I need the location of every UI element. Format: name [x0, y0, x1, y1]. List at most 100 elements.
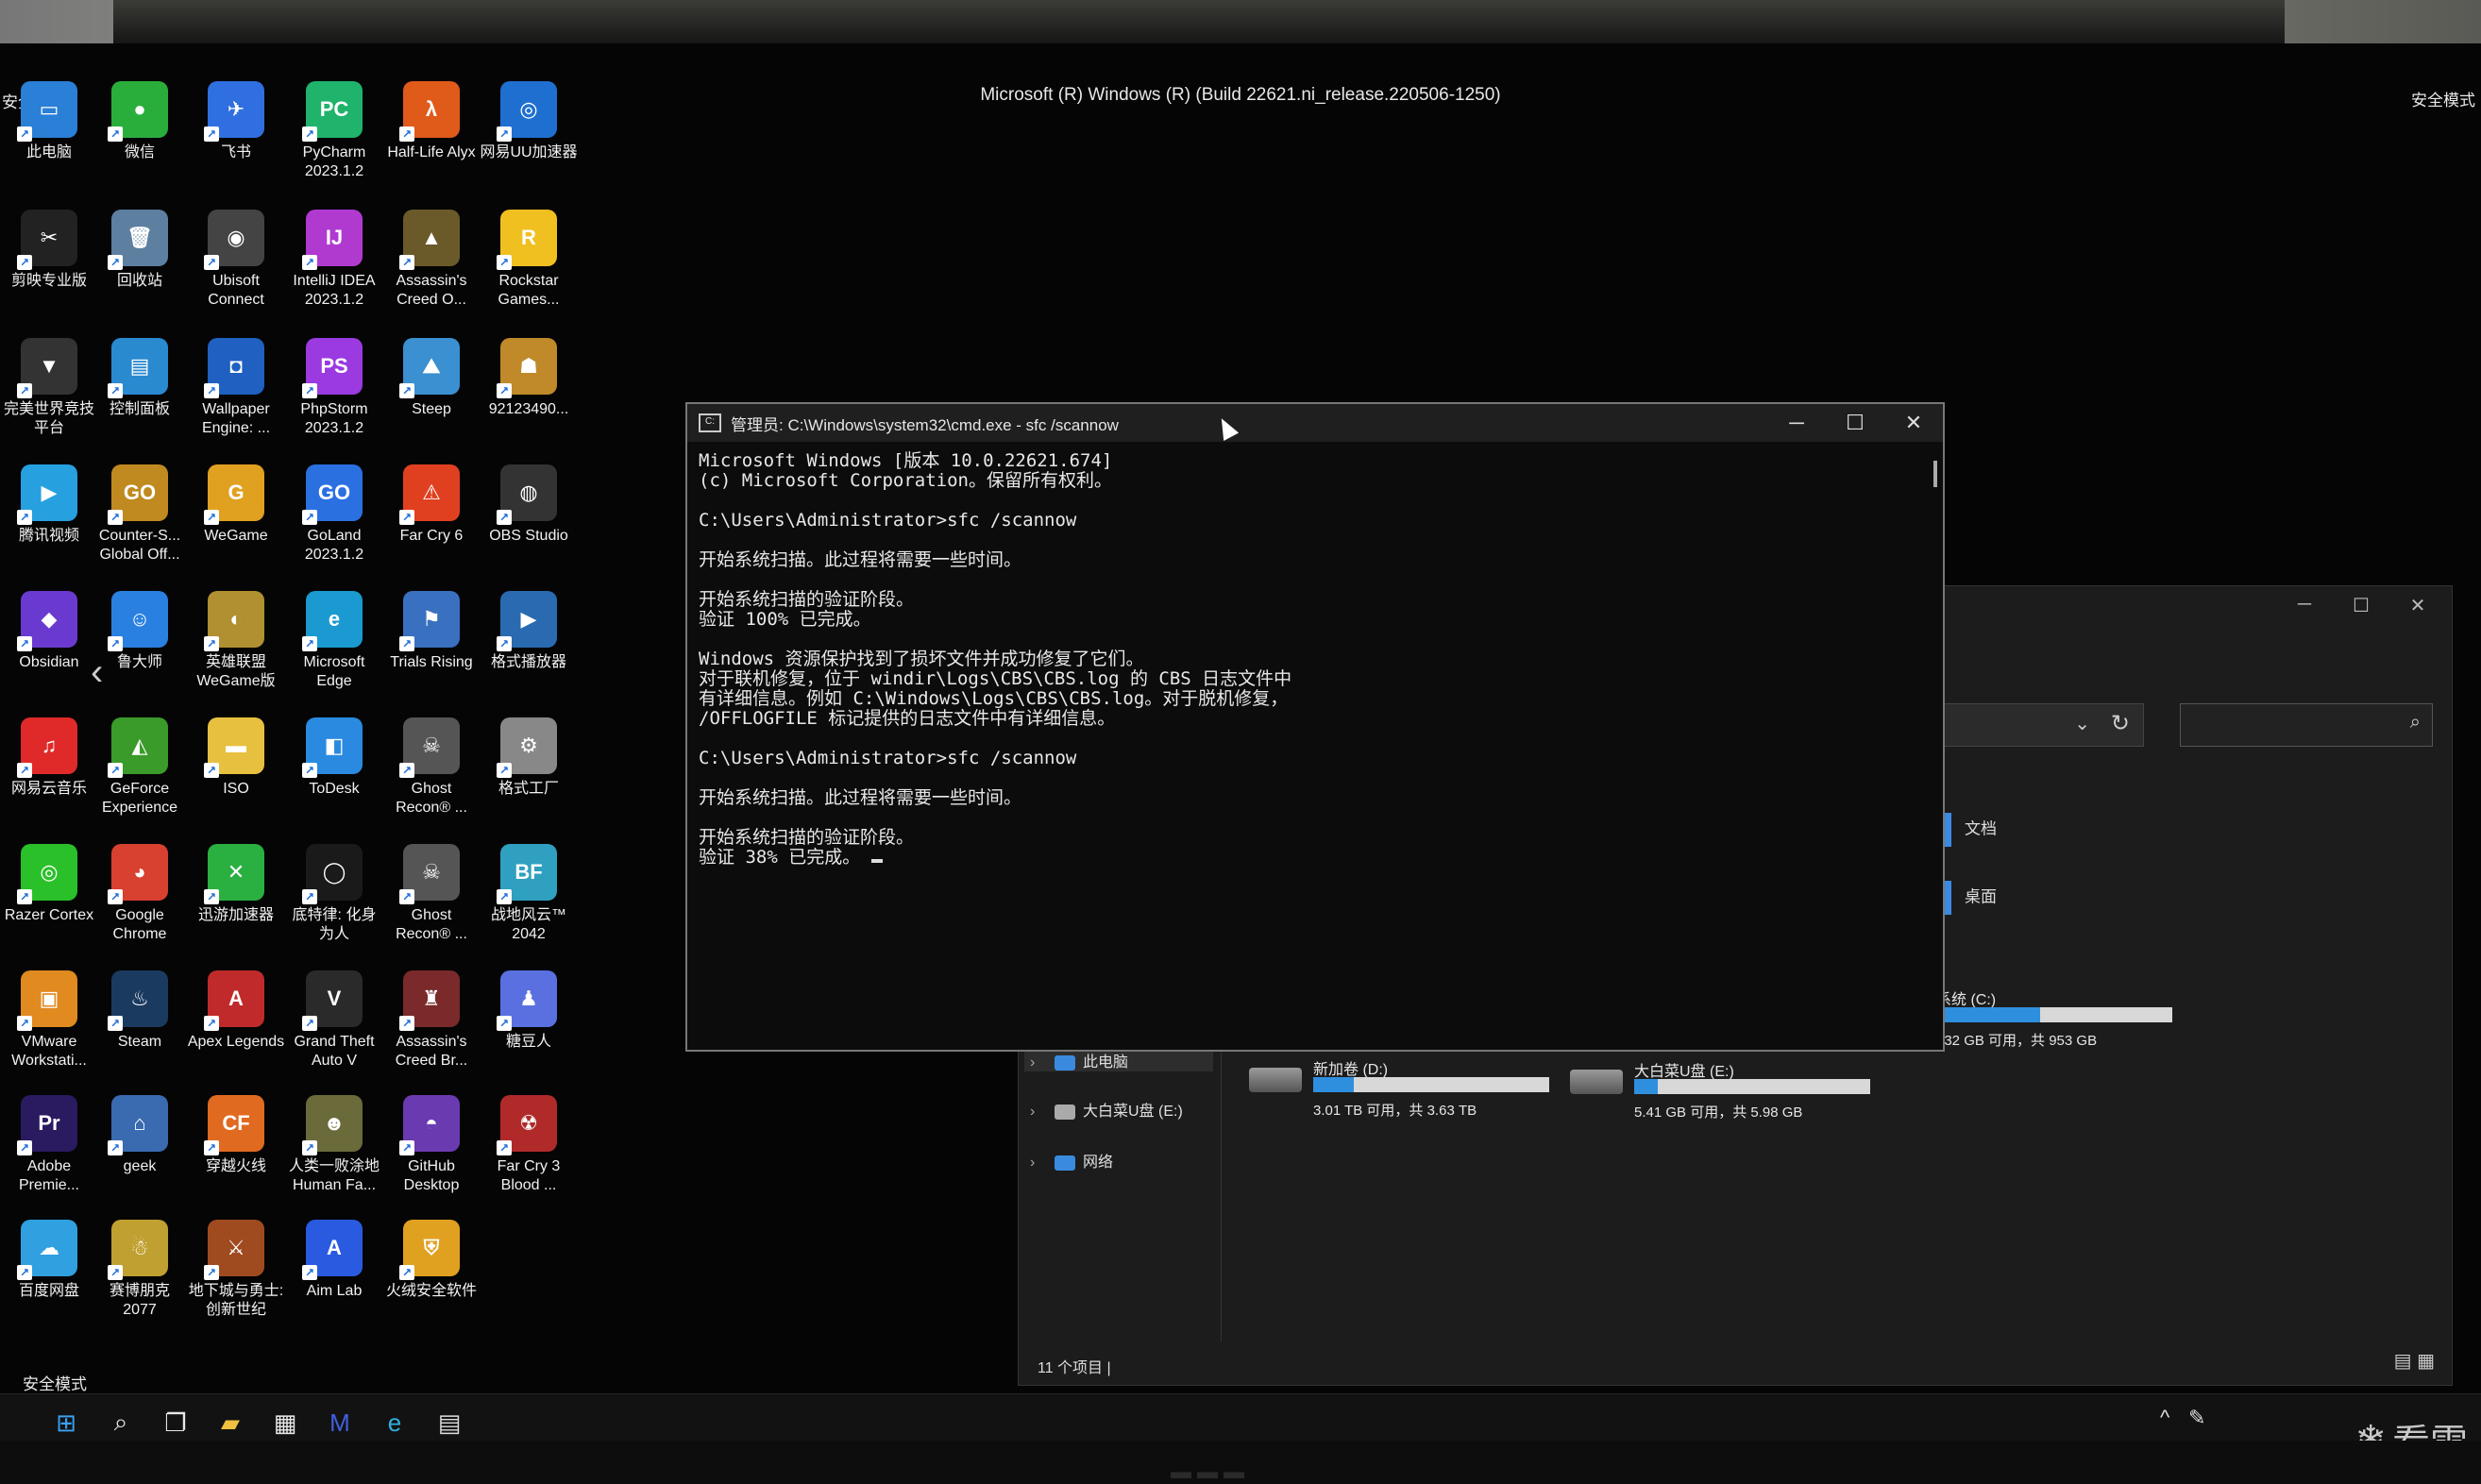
desktop-icon[interactable]: PC ↗ PyCharm 2023.1.2 — [285, 81, 383, 181]
desktop-icon[interactable]: ☠ ↗ Ghost Recon® ... — [382, 844, 481, 944]
desktop-icon[interactable]: e ↗ Microsoft Edge — [285, 591, 383, 691]
close-button[interactable]: ✕ — [2389, 594, 2446, 617]
tray-pen-icon[interactable]: ✎ — [2188, 1406, 2205, 1430]
desktop-icon[interactable]: ☠ ↗ Ghost Recon® ... — [382, 717, 481, 818]
desktop-icon[interactable]: ☁ ↗ 百度网盘 — [0, 1220, 98, 1301]
chevron-left-icon[interactable]: ‹ — [91, 651, 103, 694]
chevron-right-icon[interactable]: › — [1030, 1155, 1055, 1172]
desktop-icon[interactable]: ⌂ ↗ geek — [91, 1095, 189, 1176]
nav-item-network[interactable]: › 网络 — [1030, 1149, 1113, 1172]
search-icon[interactable]: ⌕ — [104, 1406, 138, 1440]
quick-access-desktop[interactable]: 桌面 — [1942, 881, 1997, 915]
desktop-icon[interactable]: ✈ ↗ 飞书 — [187, 81, 285, 162]
desktop-icon[interactable]: ▲ ↗ Assassin's Creed O... — [382, 210, 481, 310]
desktop-icon[interactable]: ☃ ↗ 赛博朋克 2077 — [91, 1220, 189, 1320]
app-icon[interactable]: M — [323, 1406, 357, 1440]
address-bar[interactable]: ⌄ ↻ — [1942, 703, 2144, 747]
desktop-icon[interactable]: ♜ ↗ Assassin's Creed Br... — [382, 970, 481, 1071]
desktop-icon[interactable]: G ↗ WeGame — [187, 464, 285, 546]
task-view-icon[interactable]: ❐ — [159, 1406, 193, 1440]
desktop-icon[interactable]: ▶ ↗ 腾讯视频 — [0, 464, 98, 546]
desktop-icon[interactable]: ▭ ↗ 此电脑 — [0, 81, 98, 162]
desktop-icon[interactable]: GO ↗ Counter-S... Global Off... — [91, 464, 189, 565]
minimize-button[interactable]: ─ — [1767, 411, 1826, 435]
console-line: 开始系统扫描的验证阶段。 — [699, 827, 915, 848]
desktop-icon[interactable]: ◉ ↗ Ubisoft Connect — [187, 210, 285, 310]
desktop-icon[interactable]: ♨ ↗ Steam — [91, 970, 189, 1052]
desktop-icon[interactable]: ◘ ↗ Wallpaper Engine: ... — [187, 338, 285, 438]
desktop-icon[interactable]: ▣ ↗ VMware Workstati... — [0, 970, 98, 1071]
start-icon[interactable]: ⊞ — [49, 1406, 83, 1440]
desktop-icon[interactable]: ✕ ↗ 迅游加速器 — [187, 844, 285, 925]
desktop-icon[interactable]: ⚠ ↗ Far Cry 6 — [382, 464, 481, 546]
desktop-icon[interactable]: ▤ ↗ 控制面板 — [91, 338, 189, 419]
desktop-icon[interactable]: ◎ ↗ 网易UU加速器 — [480, 81, 578, 162]
desktop-icon[interactable]: BF ↗ 战地风云™ 2042 — [480, 844, 578, 944]
edge-icon[interactable]: e — [378, 1406, 412, 1440]
desktop-icon[interactable]: ◓ ↗ GitHub Desktop — [382, 1095, 481, 1195]
desktop-icon[interactable]: ▶ ↗ 格式播放器 — [480, 591, 578, 672]
search-input[interactable]: ⌕ — [2180, 703, 2433, 747]
tiles-view-icon[interactable]: ▦ — [2417, 1351, 2435, 1372]
quick-access-documents[interactable]: 文档 — [1942, 813, 1997, 847]
drive-d[interactable]: 新加卷 (D:) 3.01 TB 可用，共 3.63 TB — [1249, 1056, 1561, 1122]
nav-item-this-pc[interactable]: › 此电脑 — [1030, 1049, 1128, 1071]
chevron-down-icon[interactable]: ⌄ — [2074, 712, 2090, 735]
maximize-button[interactable]: ☐ — [2333, 594, 2389, 617]
desktop-icon[interactable]: ✂ ↗ 剪映专业版 — [0, 210, 98, 291]
desktop-icon[interactable]: ☺ ↗ 鲁大师 — [91, 591, 189, 672]
desktop-icon[interactable]: ⚙ ↗ 格式工厂 — [480, 717, 578, 799]
desktop-icon[interactable]: ◆ ↗ Obsidian — [0, 591, 98, 672]
desktop-icon[interactable]: ● ↗ 微信 — [91, 81, 189, 162]
desktop-icon[interactable]: ☢ ↗ Far Cry 3 Blood ... — [480, 1095, 578, 1195]
desktop-icon[interactable]: V ↗ Grand Theft Auto V — [285, 970, 383, 1071]
desktop-icon[interactable]: PS ↗ PhpStorm 2023.1.2 — [285, 338, 383, 438]
desktop-icon[interactable]: ⛰ ↗ Steep — [382, 338, 481, 419]
minimize-button[interactable]: ─ — [2276, 594, 2333, 617]
tray-chevron-icon[interactable]: ^ — [2160, 1406, 2169, 1430]
refresh-icon[interactable]: ↻ — [2111, 710, 2130, 737]
desktop-icon[interactable]: ◭ ↗ GeForce Experience — [91, 717, 189, 818]
desktop-icon[interactable]: CF ↗ 穿越火线 — [187, 1095, 285, 1176]
desktop-icon[interactable]: ⛨ ↗ 火绒安全软件 — [382, 1220, 481, 1301]
desktop-icon[interactable]: R ↗ Rockstar Games... — [480, 210, 578, 310]
nav-item-usb-drive[interactable]: › 大白菜U盘 (E:) — [1030, 1098, 1183, 1121]
maximize-button[interactable]: ☐ — [1826, 411, 1884, 435]
desktop-icon[interactable]: λ ↗ Half-Life Alyx — [382, 81, 481, 162]
app-icon: ▶ ↗ — [17, 464, 77, 525]
desktop-icon[interactable]: GO ↗ GoLand 2023.1.2 — [285, 464, 383, 565]
details-view-icon[interactable]: ▤ — [2394, 1351, 2412, 1372]
chevron-right-icon[interactable]: › — [1030, 1104, 1055, 1121]
drive-e[interactable]: 大白菜U盘 (E:) 5.41 GB 可用，共 5.98 GB — [1570, 1058, 1882, 1124]
desktop-icon[interactable]: ♟ ↗ 糖豆人 — [480, 970, 578, 1052]
desktop-icon[interactable]: ◎ ↗ Razer Cortex — [0, 844, 98, 925]
desktop-icon[interactable]: A ↗ Aim Lab — [285, 1220, 383, 1301]
file-explorer-icon[interactable]: ▰ — [213, 1406, 247, 1440]
store-icon[interactable]: ▦ — [268, 1406, 302, 1440]
desktop-icon[interactable]: ◍ ↗ OBS Studio — [480, 464, 578, 546]
app-icon: ☁ ↗ — [17, 1220, 77, 1280]
desktop-icon[interactable]: ◕ ↗ Google Chrome — [91, 844, 189, 944]
desktop-icon[interactable]: ◯ ↗ 底特律: 化身为人 — [285, 844, 383, 944]
desktop-icon[interactable]: ⚔ ↗ 地下城与勇士: 创新世纪 — [187, 1220, 285, 1320]
desktop-icon[interactable]: ☻ ↗ 人类一败涂地 Human Fa... — [285, 1095, 383, 1195]
desktop-icon[interactable]: ⚑ ↗ Trials Rising — [382, 591, 481, 672]
view-toggle[interactable]: ▤ ▦ — [2394, 1349, 2435, 1373]
desktop-icon[interactable]: ☗ ↗ 92123490... — [480, 338, 578, 419]
console-output[interactable]: Microsoft Windows [版本 10.0.22621.674] (c)… — [687, 442, 1943, 877]
scrollbar-thumb[interactable] — [1933, 461, 1937, 487]
desktop-icon[interactable]: ▬ ↗ ISO — [187, 717, 285, 799]
desktop-icon[interactable]: IJ ↗ IntelliJ IDEA 2023.1.2 — [285, 210, 383, 310]
desktop-icon[interactable]: ◐ ↗ 英雄联盟WeGame版 — [187, 591, 285, 691]
cmd-titlebar[interactable]: C: 管理员: C:\Windows\system32\cmd.exe - sf… — [687, 404, 1943, 442]
close-button[interactable]: ✕ — [1884, 411, 1943, 435]
desktop-icon[interactable]: ◧ ↗ ToDesk — [285, 717, 383, 799]
drive-c[interactable]: 系统 (C:) 532 GB 可用，共 953 GB — [1932, 987, 2333, 1053]
desktop-icon[interactable]: ▼ ↗ 完美世界竞技平台 — [0, 338, 98, 438]
desktop-icon[interactable]: A ↗ Apex Legends — [187, 970, 285, 1052]
chevron-right-icon[interactable]: › — [1030, 1054, 1055, 1071]
desktop-icon[interactable]: Pr ↗ Adobe Premie... — [0, 1095, 98, 1195]
desktop-icon[interactable]: ♫ ↗ 网易云音乐 — [0, 717, 98, 799]
terminal-icon[interactable]: ▤ — [432, 1406, 466, 1440]
desktop-icon[interactable]: 🗑 ↗ 回收站 — [91, 210, 189, 291]
